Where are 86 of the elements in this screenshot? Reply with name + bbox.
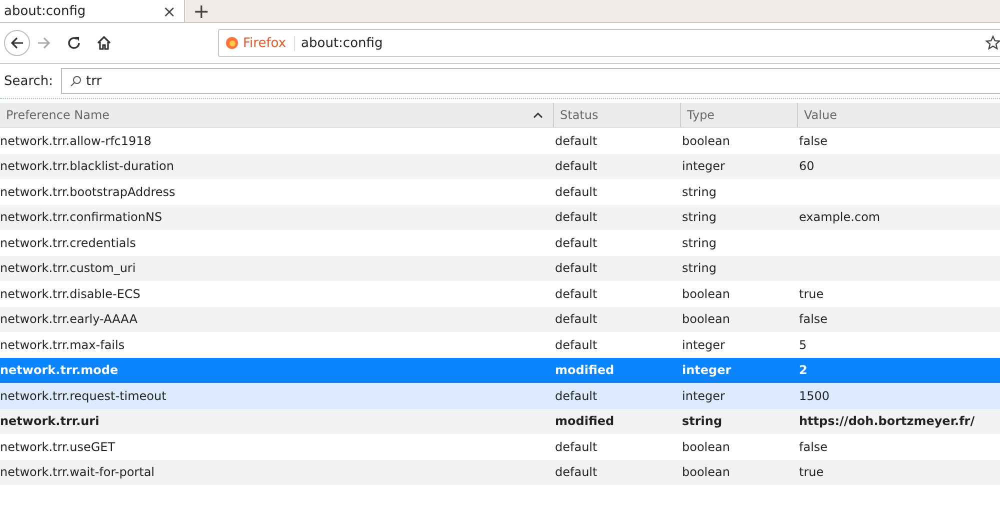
preference-name: network.trr.wait-for-portal	[0, 465, 156, 480]
column-header[interactable]: Type	[680, 103, 797, 127]
preference-row[interactable]: network.trr.mode modified integer 2	[0, 358, 1000, 383]
url-text: about:config	[301, 36, 384, 50]
preference-row[interactable]: network.trr.custom_uri default string	[0, 256, 1000, 281]
value-cell-text: https://doh.bortzmeyer.fr/	[798, 414, 976, 428]
search-label: Search:	[4, 74, 54, 88]
preference-name: network.trr.request-timeout	[0, 388, 168, 403]
status-cell-text: default	[554, 286, 598, 301]
preference-row[interactable]: network.trr.disable-ECS default boolean true	[0, 281, 1000, 306]
preference-name: network.trr.mode	[0, 363, 120, 378]
preference-name: network.trr.allow-rfc1918	[0, 134, 152, 148]
type-cell-text: string	[681, 210, 718, 224]
firefox-logo-icon	[225, 36, 239, 50]
type-cell-text: boolean	[681, 440, 731, 454]
preference-row[interactable]: network.trr.bootstrapAddress default string	[0, 179, 1000, 204]
status-cell-text: default	[554, 465, 598, 480]
preference-name: network.trr.custom_uri	[0, 261, 137, 276]
preference-row[interactable]: network.trr.allow-rfc1918 default boolean false	[0, 128, 1000, 154]
preference-name: network.trr.confirmationNS	[0, 210, 164, 224]
type-cell-text: boolean	[681, 134, 731, 148]
value-cell-text: false	[798, 134, 829, 148]
column-header[interactable]: Value	[797, 103, 1000, 127]
back-arrow-icon	[9, 35, 25, 51]
preference-name: network.trr.useGET	[0, 440, 116, 454]
preference-name: network.trr.max-fails	[0, 338, 126, 352]
back-button[interactable]	[4, 30, 30, 56]
preference-row[interactable]: network.trr.confirmationNS default string example.com	[0, 204, 1000, 230]
status-cell-text: default	[554, 388, 598, 403]
status-cell-text: default	[554, 210, 598, 224]
preference-row[interactable]: network.trr.request-timeout default integer 1500	[0, 383, 1000, 408]
new-tab-button[interactable]: +	[185, 0, 218, 22]
value-cell-text: 1500	[798, 388, 831, 403]
status-cell-text: default	[554, 134, 598, 148]
type-cell-text: integer	[681, 338, 726, 352]
close-tab-button[interactable]: ×	[158, 2, 180, 20]
preference-name: network.trr.disable-ECS	[0, 286, 142, 301]
status-cell-text: default	[554, 159, 598, 174]
value-cell-text: example.com	[798, 210, 882, 224]
browser-tab[interactable]: about:config ×	[0, 0, 185, 22]
type-cell-text: integer	[681, 159, 726, 174]
column-header[interactable]: Preference Name	[0, 103, 553, 127]
preference-name: network.trr.early-AAAA	[0, 312, 138, 326]
status-cell-text: default	[554, 184, 598, 199]
value-cell-text: true	[798, 286, 825, 301]
preference-row[interactable]: network.trr.useGET default boolean false	[0, 434, 1000, 460]
status-cell-text: modified	[554, 414, 616, 428]
search-field[interactable]: trr	[61, 68, 1000, 94]
value-cell-text: false	[798, 440, 829, 454]
reload-icon[interactable]	[66, 35, 82, 51]
value-cell-text: 60	[798, 159, 816, 174]
status-cell-text: default	[554, 261, 598, 276]
preference-name: network.trr.blacklist-duration	[0, 159, 175, 174]
type-cell-text: integer	[681, 388, 726, 403]
preference-row[interactable]: network.trr.max-fails default integer 5	[0, 332, 1000, 358]
preference-name: network.trr.bootstrapAddress	[0, 184, 176, 199]
preference-name: network.trr.credentials	[0, 236, 137, 250]
column-header[interactable]: Status	[553, 103, 680, 127]
preference-row[interactable]: network.trr.blacklist-duration default integer 60	[0, 154, 1000, 179]
status-cell-text: default	[554, 440, 598, 454]
type-cell-text: string	[681, 414, 724, 428]
type-cell-text: string	[681, 261, 718, 276]
type-cell-text: string	[681, 236, 718, 250]
status-cell-text: default	[554, 236, 598, 250]
preference-row[interactable]: network.trr.wait-for-portal default boolean true	[0, 460, 1000, 485]
type-cell-text: boolean	[681, 312, 731, 326]
home-icon[interactable]	[96, 35, 112, 51]
value-cell-text: true	[798, 465, 825, 480]
type-cell-text: boolean	[681, 286, 731, 301]
preference-name: network.trr.uri	[0, 414, 100, 428]
search-icon	[70, 75, 82, 87]
site-identity[interactable]: Firefox	[225, 36, 296, 50]
type-cell-text: string	[681, 184, 718, 199]
preference-row[interactable]: network.trr.early-AAAA default boolean false	[0, 306, 1000, 332]
bookmark-star-icon[interactable]	[985, 35, 1000, 51]
value-cell-text: 5	[798, 338, 808, 352]
preference-row[interactable]: network.trr.credentials default string	[0, 230, 1000, 256]
status-cell-text: default	[554, 312, 598, 326]
value-cell-text: 2	[798, 363, 808, 378]
value-cell-text: false	[798, 312, 829, 326]
preference-row[interactable]: network.trr.uri modified string https://doh.bortzmeyer.fr/	[0, 408, 1000, 434]
status-cell-text: default	[554, 338, 598, 352]
address-bar[interactable]: Firefox about:config	[218, 29, 1000, 57]
type-cell-text: boolean	[681, 465, 731, 480]
type-cell-text: integer	[681, 363, 732, 378]
status-cell-text: modified	[554, 363, 616, 378]
